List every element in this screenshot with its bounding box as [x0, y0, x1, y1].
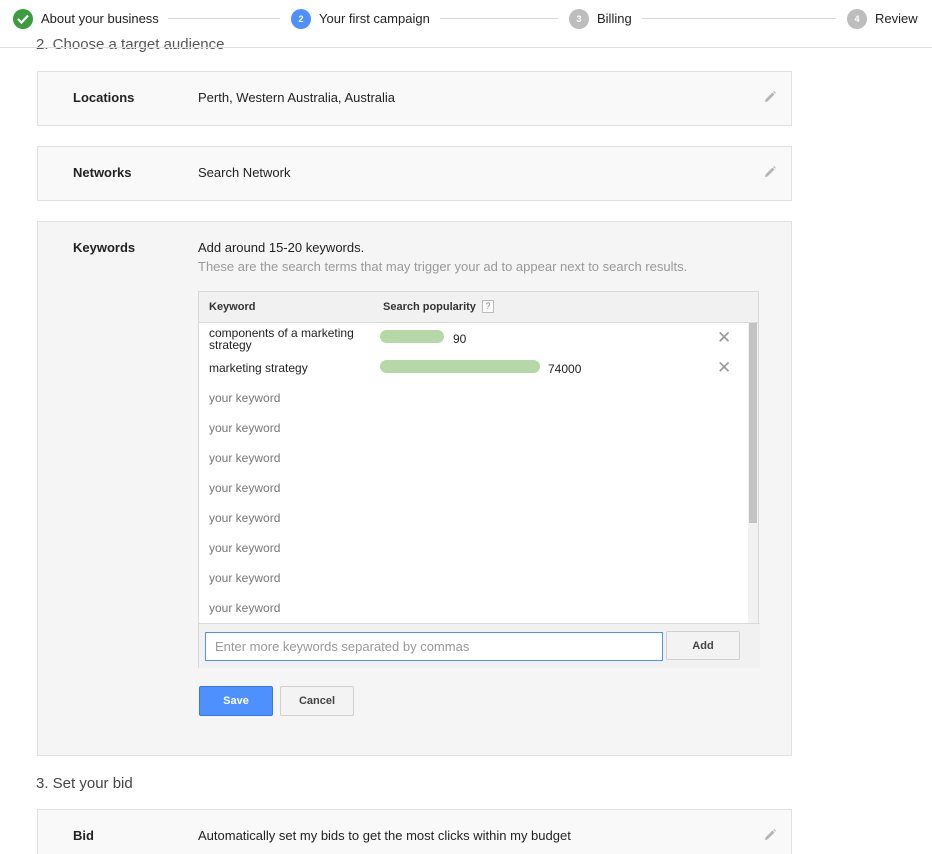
keyword-row: your keyword — [199, 503, 750, 533]
keywords-table: Keyword Search popularity ? components o… — [198, 291, 760, 668]
bid-value: Automatically set my bids to get the mos… — [198, 828, 571, 843]
step-review[interactable]: 4 Review — [847, 8, 918, 29]
keyword-row: your keyword — [199, 533, 750, 563]
keywords-panel: Keywords Add around 15-20 keywords. Thes… — [37, 221, 792, 756]
networks-panel[interactable]: Networks Search Network — [37, 146, 792, 201]
keyword-row: your keyword — [199, 563, 750, 593]
popularity-bar — [380, 360, 540, 373]
keywords-instruction: Add around 15-20 keywords. — [198, 240, 365, 255]
keyword-row: components of a marketing strategy 90 ✕ — [199, 323, 750, 353]
keywords-table-header: Keyword Search popularity ? — [199, 292, 758, 323]
step-label: About your business — [41, 11, 159, 26]
step-connector — [168, 18, 280, 19]
edit-pencil-icon[interactable] — [763, 828, 777, 842]
header-divider — [0, 47, 932, 48]
keyword-placeholder[interactable]: your keyword — [209, 422, 280, 434]
save-button[interactable]: Save — [199, 686, 273, 716]
networks-label: Networks — [73, 165, 132, 180]
edit-pencil-icon[interactable] — [763, 90, 777, 104]
bid-label: Bid — [73, 828, 94, 843]
keyword-placeholder[interactable]: your keyword — [209, 392, 280, 404]
step-connector — [642, 18, 836, 19]
step-first-campaign[interactable]: 2 Your first campaign — [291, 8, 430, 29]
section-heading-audience: 2. Choose a target audience — [36, 36, 225, 53]
add-keywords-input[interactable] — [205, 632, 663, 661]
step-billing[interactable]: 3 Billing — [569, 8, 632, 29]
add-keywords-row: Add — [199, 623, 760, 668]
remove-keyword-icon[interactable]: ✕ — [717, 359, 731, 376]
keyword-placeholder[interactable]: your keyword — [209, 542, 280, 554]
keywords-hint: These are the search terms that may trig… — [198, 259, 688, 274]
popularity-count: 90 — [453, 332, 467, 346]
keyword-placeholder[interactable]: your keyword — [209, 572, 280, 584]
step-label: Review — [875, 11, 918, 26]
locations-panel[interactable]: Locations Perth, Western Australia, Aust… — [37, 71, 792, 126]
locations-label: Locations — [73, 90, 135, 105]
bid-panel[interactable]: Bid Automatically set my bids to get the… — [37, 809, 792, 854]
keyword-placeholder[interactable]: your keyword — [209, 452, 280, 464]
keyword-text[interactable]: marketing strategy — [209, 362, 308, 374]
keyword-row: marketing strategy 74000 ✕ — [199, 353, 750, 383]
column-header-popularity: Search popularity — [383, 301, 476, 313]
step-connector — [440, 18, 558, 19]
step-number-badge: 3 — [569, 8, 589, 29]
popularity-count: 74000 — [548, 362, 582, 376]
popularity-bar — [380, 330, 444, 343]
keyword-row: your keyword — [199, 593, 750, 623]
keyword-row: your keyword — [199, 443, 750, 473]
step-label: Billing — [597, 11, 632, 26]
step-about-business[interactable]: About your business — [13, 8, 159, 29]
keywords-label: Keywords — [73, 240, 136, 255]
keywords-scrollbar[interactable] — [748, 323, 758, 623]
section-heading-bid: 3. Set your bid — [36, 775, 133, 792]
networks-value: Search Network — [198, 165, 291, 180]
edit-pencil-icon[interactable] — [763, 165, 777, 179]
check-icon — [13, 8, 33, 29]
add-keywords-button[interactable]: Add — [666, 631, 740, 660]
keyword-row: your keyword — [199, 413, 750, 443]
remove-keyword-icon[interactable]: ✕ — [717, 329, 731, 346]
help-icon[interactable]: ? — [482, 300, 494, 313]
step-label: Your first campaign — [319, 11, 430, 26]
keyword-text[interactable]: components of a marketing strategy — [209, 327, 374, 351]
keyword-placeholder[interactable]: your keyword — [209, 512, 280, 524]
keywords-list[interactable]: components of a marketing strategy 90 ✕ … — [199, 323, 750, 623]
keyword-row: your keyword — [199, 473, 750, 503]
progress-stepper: About your business 2 Your first campaig… — [0, 0, 932, 38]
column-header-keyword: Keyword — [209, 301, 256, 313]
keyword-placeholder[interactable]: your keyword — [209, 602, 280, 614]
keyword-placeholder[interactable]: your keyword — [209, 482, 280, 494]
keyword-row: your keyword — [199, 383, 750, 413]
step-number-badge: 2 — [291, 8, 311, 29]
step-number-badge: 4 — [847, 8, 867, 29]
scrollbar-thumb[interactable] — [749, 323, 757, 523]
cancel-button[interactable]: Cancel — [280, 686, 354, 716]
locations-value: Perth, Western Australia, Australia — [198, 90, 396, 105]
